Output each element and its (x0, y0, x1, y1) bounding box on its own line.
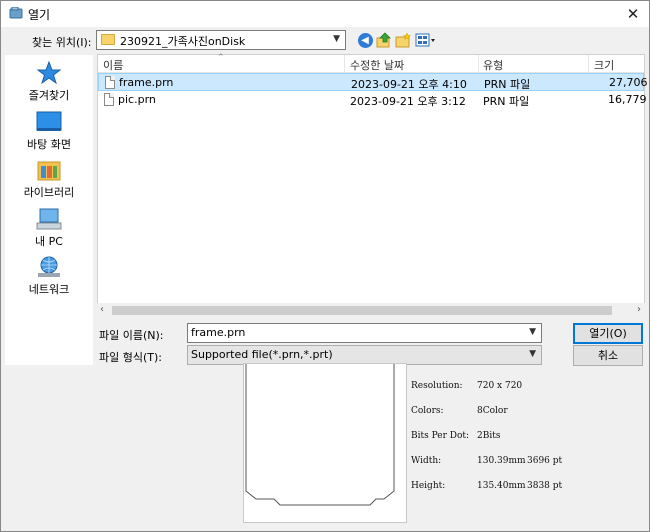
place-label: 네트워크 (28, 283, 70, 296)
colors-label: Colors: (411, 406, 444, 416)
scroll-right-icon[interactable]: › (637, 304, 641, 315)
bits-per-dot-value: 2Bits (477, 431, 501, 441)
place-label: 즐겨찾기 (28, 89, 70, 102)
back-button[interactable]: ◀ (357, 31, 373, 49)
column-header-type[interactable]: 유형 (483, 57, 503, 73)
file-date: 2023-09-21 오후 4:10 (351, 78, 467, 91)
file-name: pic.prn (118, 93, 156, 106)
horizontal-scrollbar[interactable]: ‹ › (97, 303, 645, 319)
look-in-value: 230921_가족사진onDisk (120, 35, 246, 48)
file-type-select[interactable]: Supported file(*.prn,*.prt) ▼ (187, 345, 542, 365)
look-in-combobox[interactable]: 230921_가족사진onDisk ▼ (96, 30, 346, 50)
star-icon (36, 61, 62, 85)
view-grid-icon (415, 33, 435, 47)
file-size: 16,779 (608, 93, 647, 106)
bits-per-dot-label: Bits Per Dot: (411, 431, 470, 441)
file-type: PRN 파일 (484, 78, 531, 91)
chevron-down-icon[interactable]: ▼ (529, 349, 536, 359)
close-button[interactable]: ✕ (617, 1, 649, 27)
file-date: 2023-09-21 오후 3:12 (350, 95, 466, 108)
open-button[interactable]: 열기(O) (573, 323, 643, 344)
window-title: 열기 (28, 8, 51, 22)
column-header-date[interactable]: 수정한 날짜 (350, 57, 404, 73)
look-in-label: 찾는 위치(I): (32, 36, 92, 49)
chevron-down-icon[interactable]: ▼ (529, 327, 536, 337)
column-header-name[interactable]: 이름 (103, 57, 123, 73)
place-network[interactable]: 네트워크 (5, 255, 93, 301)
cancel-button[interactable]: 취소 (573, 345, 643, 366)
width-mm-value: 130.39mm (477, 456, 526, 466)
file-name-input[interactable]: frame.prn ▼ (187, 323, 542, 343)
height-pt-value: 3838 pt (527, 481, 563, 491)
place-this-pc[interactable]: 내 PC (5, 207, 93, 253)
file-type-label: 파일 형식(T): (99, 351, 162, 364)
place-label: 바탕 화면 (27, 138, 71, 151)
preview-pane (243, 363, 407, 523)
file-type: PRN 파일 (483, 95, 530, 108)
frame-preview-image (245, 364, 395, 506)
place-libraries[interactable]: 라이브러리 (5, 158, 93, 204)
library-icon (36, 158, 62, 182)
file-list[interactable]: ⌃ 이름 수정한 날짜 유형 크기 frame.prn 2023-09-21 오… (97, 53, 648, 318)
place-desktop[interactable]: 바탕 화면 (5, 110, 93, 156)
title-bar[interactable]: 열기 ✕ (1, 1, 649, 27)
scroll-left-icon[interactable]: ‹ (100, 304, 104, 315)
place-favorites[interactable]: 즐겨찾기 (5, 61, 93, 107)
file-list-header: ⌃ 이름 수정한 날짜 유형 크기 (98, 53, 644, 73)
file-row-selected[interactable]: frame.prn 2023-09-21 오후 4:10 PRN 파일 27,7… (98, 73, 648, 91)
new-folder-icon (395, 32, 411, 48)
network-icon (36, 255, 62, 279)
back-arrow-icon: ◀ (357, 32, 373, 48)
column-header-size[interactable]: 크기 (594, 57, 614, 73)
up-folder-icon (376, 32, 391, 48)
sort-caret-icon: ⌃ (217, 53, 225, 63)
app-icon (9, 7, 23, 19)
height-mm-value: 135.40mm (477, 481, 526, 491)
view-menu-button[interactable] (415, 31, 437, 49)
file-name-value: frame.prn (191, 326, 246, 339)
width-pt-value: 3696 pt (527, 456, 563, 466)
file-row[interactable]: pic.prn 2023-09-21 오후 3:12 PRN 파일 16,779 (98, 91, 647, 109)
column-divider[interactable] (478, 55, 479, 73)
column-divider[interactable] (588, 55, 589, 73)
height-label: Height: (411, 481, 446, 491)
desktop-icon (36, 110, 62, 134)
new-folder-button[interactable] (395, 31, 411, 49)
computer-icon (36, 207, 62, 231)
file-name-label: 파일 이름(N): (99, 329, 164, 342)
scrollbar-thumb[interactable] (112, 306, 612, 315)
open-file-dialog: 열기 ✕ 찾는 위치(I): 230921_가족사진onDisk ▼ ◀ 즐겨찾… (0, 0, 650, 532)
folder-icon (101, 34, 115, 45)
file-size: 27,706 (609, 76, 648, 89)
file-name: frame.prn (119, 76, 174, 89)
place-label: 내 PC (35, 235, 63, 248)
places-bar: 즐겨찾기 바탕 화면 라이브러리 내 PC 네트워크 (5, 55, 93, 365)
chevron-down-icon[interactable]: ▼ (333, 34, 340, 44)
resolution-label: Resolution: (411, 381, 463, 391)
column-divider[interactable] (344, 55, 345, 73)
width-label: Width: (411, 456, 442, 466)
colors-value: 8Color (477, 406, 508, 416)
up-folder-button[interactable] (376, 31, 392, 49)
resolution-value: 720 x 720 (477, 381, 523, 391)
place-label: 라이브러리 (23, 186, 75, 199)
file-type-value: Supported file(*.prn,*.prt) (191, 348, 333, 361)
file-icon (104, 93, 114, 106)
file-icon (105, 76, 115, 89)
